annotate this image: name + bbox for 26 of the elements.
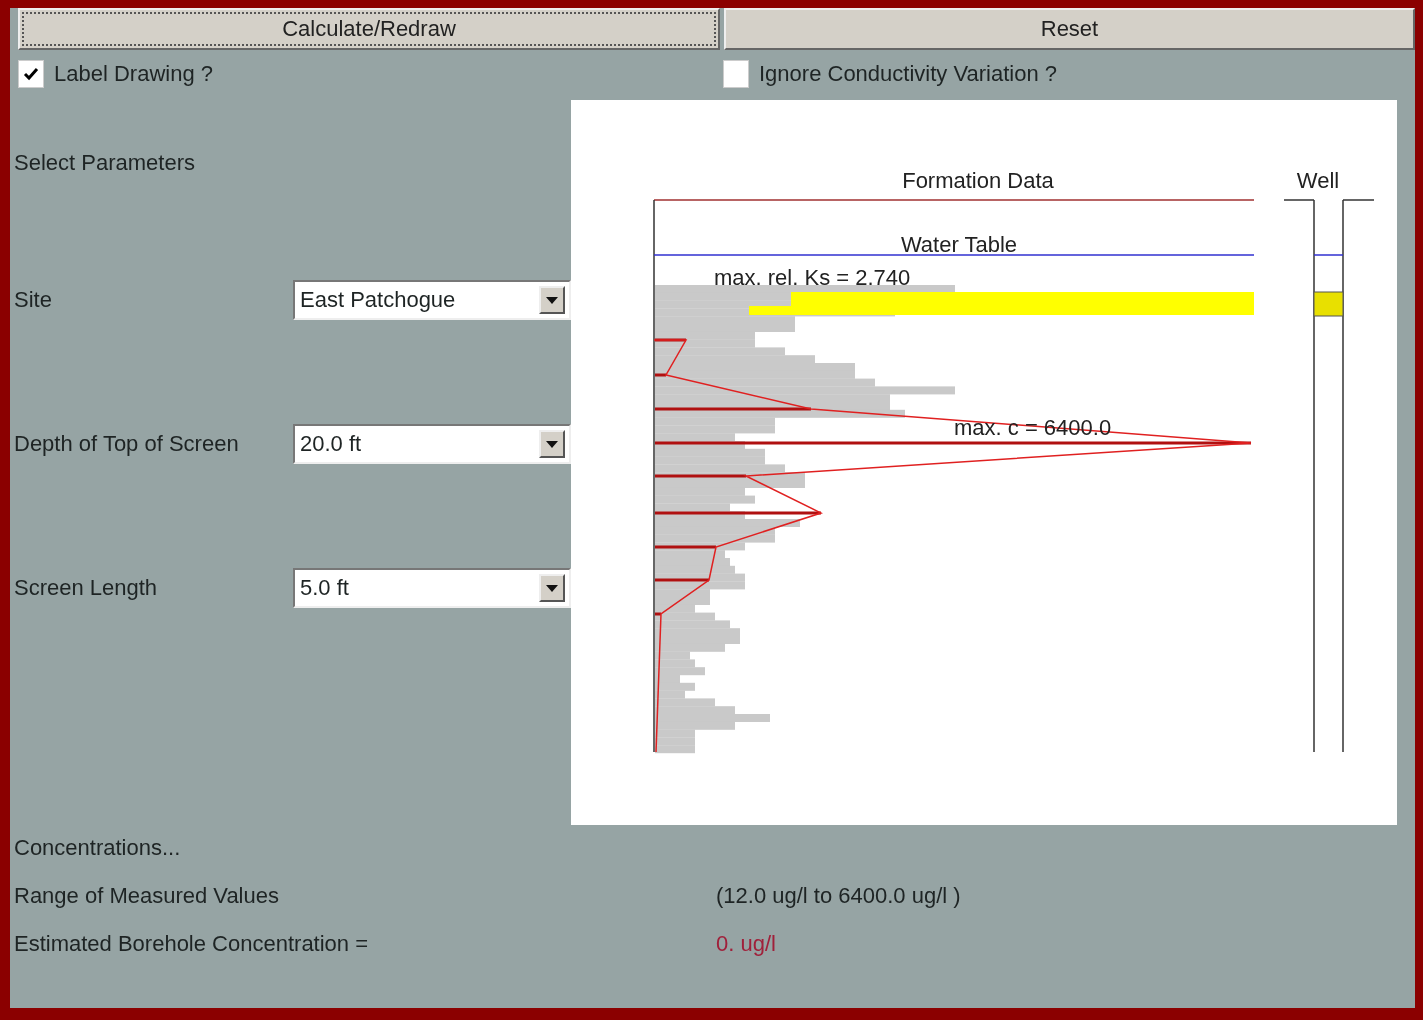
- result-label: Range of Measured Values: [14, 883, 280, 909]
- field-label: Screen Length: [14, 575, 159, 601]
- command-button[interactable]: Reset: [724, 8, 1415, 50]
- result-value: (12.0 ug/l to 6400.0 ug/l ): [716, 883, 962, 909]
- checkbox[interactable]: [723, 60, 749, 88]
- field-label: Depth of Top of Screen: [14, 431, 240, 457]
- dropdown[interactable]: 5.0 ft: [293, 568, 571, 608]
- water-table-label: Water Table: [900, 232, 1018, 257]
- checkbox-label: Label Drawing ?: [54, 61, 213, 87]
- checkbox[interactable]: [18, 60, 44, 88]
- result-label: Estimated Borehole Concentration =: [14, 931, 370, 957]
- section-heading: Select Parameters: [14, 150, 196, 176]
- command-button[interactable]: Calculate/Redraw: [18, 8, 720, 50]
- well-title: Well: [1296, 168, 1340, 193]
- field-label: Site: [14, 287, 53, 313]
- dropdown[interactable]: East Patchogue: [293, 280, 571, 320]
- dropdown-arrow-icon: [546, 440, 558, 448]
- formation-title: Formation Data: [902, 168, 1054, 193]
- dropdown-arrow-icon: [546, 584, 558, 592]
- dropdown-arrow-icon: [546, 296, 558, 304]
- result-value: 0. ug/l: [716, 931, 777, 957]
- checkbox-label: Ignore Conductivity Variation ?: [759, 61, 1057, 87]
- check-icon: [23, 67, 39, 81]
- dropdown[interactable]: 20.0 ft: [293, 424, 571, 464]
- max-ks-label: max. rel. Ks = 2.740: [714, 265, 911, 290]
- section-heading: Concentrations...: [14, 835, 182, 861]
